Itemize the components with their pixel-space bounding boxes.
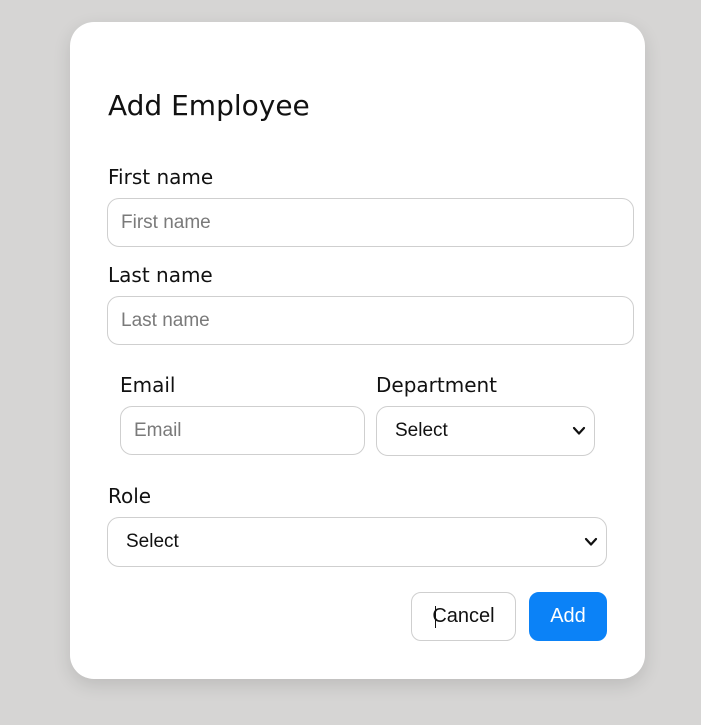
department-selected-value: Select [395,420,448,441]
last-name-input[interactable]: Last name [107,296,634,345]
first-name-placeholder: First name [121,212,211,233]
first-name-input[interactable]: First name [107,198,634,247]
add-button-label: Add [550,605,586,627]
chevron-down-icon [584,537,598,546]
cancel-button[interactable]: Cancel [411,592,516,641]
email-input[interactable]: Email [120,406,365,455]
department-label: Department [376,373,498,397]
dialog-title: Add Employee [108,89,310,122]
role-select[interactable]: Select [107,517,607,567]
email-placeholder: Email [134,420,182,441]
chevron-down-icon [572,426,586,435]
add-employee-dialog: Add Employee First name First name Last … [70,22,645,679]
first-name-label: First name [108,165,214,189]
add-button[interactable]: Add [529,592,607,641]
role-selected-value: Select [126,531,179,552]
department-select[interactable]: Select [376,406,595,456]
text-cursor [435,606,436,628]
email-label: Email [120,373,176,397]
cancel-button-label: Cancel [432,605,495,627]
last-name-label: Last name [108,263,213,287]
last-name-placeholder: Last name [121,310,210,331]
role-label: Role [108,484,152,508]
